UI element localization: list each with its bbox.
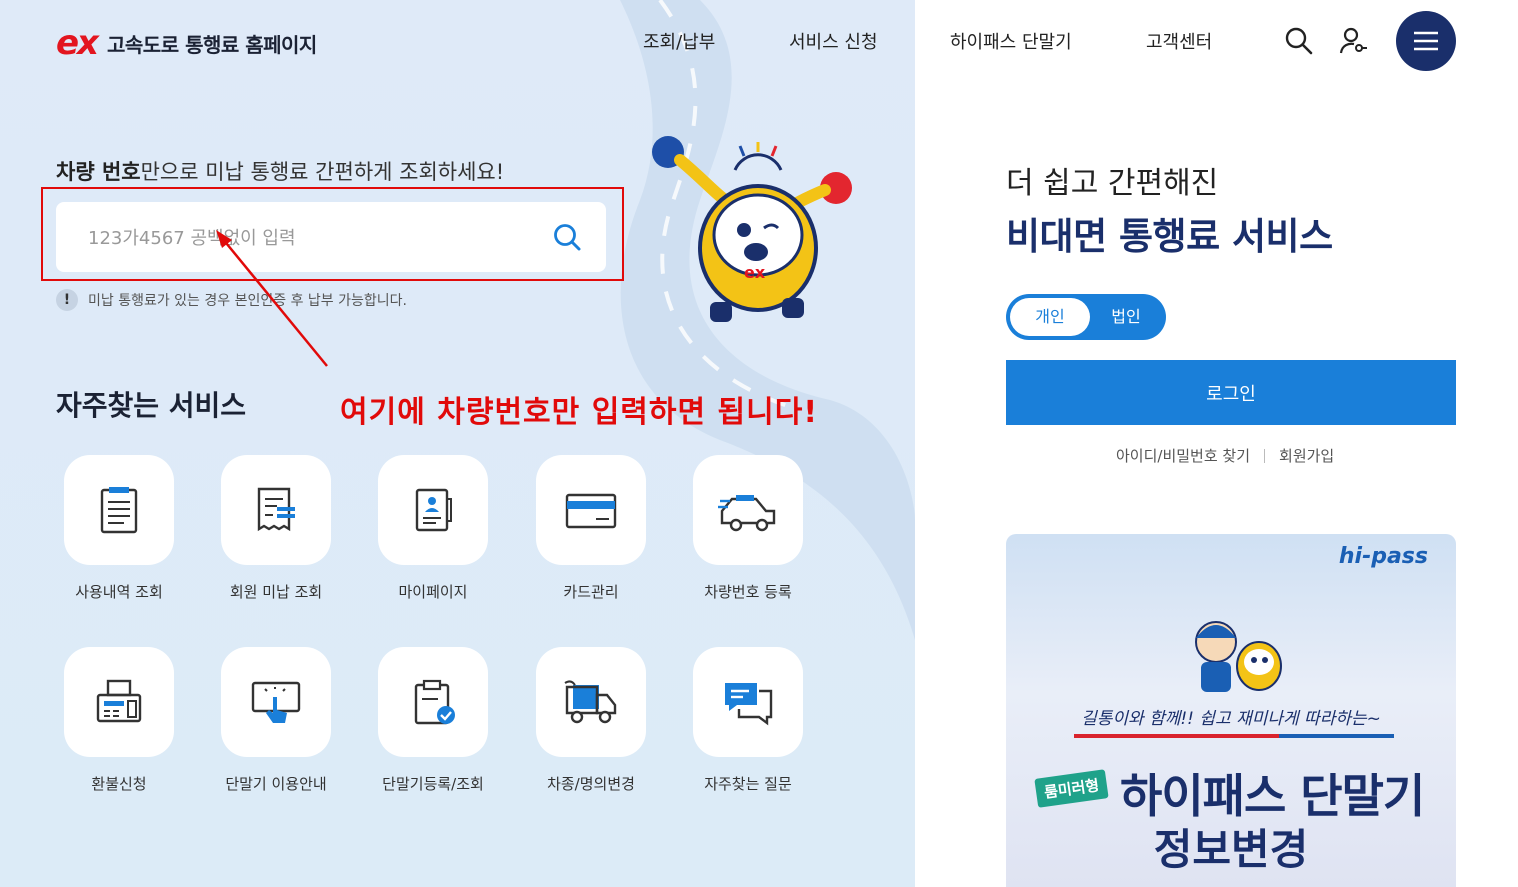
mascot-illustration: ex	[652, 136, 852, 322]
profile-book-icon	[378, 455, 488, 565]
service-label: 마이페이지	[398, 583, 468, 601]
hipass-banner[interactable]: hi-pass 길통이와 함께!! 쉽고 재미나게 따라하는~ 룸미러형 하이패…	[1006, 534, 1456, 887]
hamburger-menu-button[interactable]	[1396, 11, 1456, 71]
login-button[interactable]: 로그인	[1006, 360, 1456, 425]
right-title: 비대면 통행료 서비스	[1006, 215, 1333, 258]
toggle-personal[interactable]: 개인	[1010, 298, 1090, 336]
document-list-icon	[64, 455, 174, 565]
toggle-corporate[interactable]: 법인	[1086, 298, 1166, 336]
service-label: 자주찾는 질문	[704, 775, 792, 793]
service-refund[interactable]: 환불신청	[49, 647, 189, 794]
banner-mascots	[1195, 621, 1282, 692]
service-label: 회원 미납 조회	[229, 583, 323, 601]
service-card-management[interactable]: 카드관리	[521, 455, 661, 602]
service-label: 환불신청	[91, 775, 147, 793]
link-divider	[1264, 448, 1266, 463]
service-label: 차종/명의변경	[547, 775, 635, 793]
banner-slogan: 길통이와 함께!! 쉽고 재미나게 따라하는~	[1081, 709, 1381, 729]
nav-item-customer-center[interactable]: 고객센터	[1146, 28, 1212, 54]
notice-text: 미납 통행료가 있는 경우 본인인증 후 납부 가능합니다.	[88, 293, 407, 309]
service-device-register[interactable]: 단말기등록/조회	[363, 647, 503, 794]
annotation-text: 여기에 차량번호만 입력하면 됩니다!	[340, 395, 819, 430]
service-faq[interactable]: 자주찾는 질문	[678, 647, 818, 794]
services-title: 자주찾는 서비스	[56, 389, 247, 422]
info-icon: !	[56, 289, 78, 311]
right-subtitle: 더 쉽고 간편해진	[1006, 166, 1219, 201]
member-type-toggle: 개인 법인	[1006, 294, 1166, 340]
service-member-unpaid[interactable]: 회원 미납 조회	[206, 455, 346, 602]
ex-logo-mark: ex	[56, 23, 99, 63]
receipt-icon	[221, 455, 331, 565]
service-usage-history[interactable]: 사용내역 조회	[49, 455, 189, 602]
service-device-guide[interactable]: 단말기 이용안내	[206, 647, 346, 794]
banner-tag: 룸미러형	[1034, 769, 1109, 808]
car-icon	[693, 455, 803, 565]
truck-icon	[536, 647, 646, 757]
nav-item-hipass-device[interactable]: 하이패스 단말기	[950, 28, 1072, 54]
account-links: 아이디/비밀번호 찾기 회원가입	[1116, 445, 1334, 466]
banner-title-2: 정보변경	[1153, 825, 1309, 874]
service-label: 단말기등록/조회	[382, 775, 484, 793]
card-icon	[536, 455, 646, 565]
search-heading-rest: 만으로 미납 통행료 간편하게 조회하세요!	[140, 160, 505, 184]
join-link[interactable]: 회원가입	[1279, 445, 1334, 466]
nav-item-service-apply[interactable]: 서비스 신청	[789, 28, 878, 54]
service-vehicle-register[interactable]: 차량번호 등록	[678, 455, 818, 602]
search-heading: 차량 번호만으로 미납 통행료 간편하게 조회하세요!	[56, 156, 504, 186]
highlight-box	[41, 187, 624, 281]
hamburger-icon	[1414, 31, 1438, 51]
touch-screen-icon	[221, 647, 331, 757]
chat-bubble-icon	[693, 647, 803, 757]
search-icon[interactable]	[1282, 24, 1316, 58]
service-label: 단말기 이용안내	[225, 775, 327, 793]
nav-item-inquiry-payment[interactable]: 조회/납부	[643, 28, 715, 54]
hipass-logo: hi-pass	[1338, 544, 1428, 569]
service-label: 차량번호 등록	[704, 583, 792, 601]
service-mypage[interactable]: 마이페이지	[363, 455, 503, 602]
service-label: 카드관리	[563, 583, 619, 601]
banner-divider	[1074, 734, 1394, 738]
service-label: 사용내역 조회	[75, 583, 163, 601]
find-id-password-link[interactable]: 아이디/비밀번호 찾기	[1116, 445, 1250, 466]
service-vehicle-change[interactable]: 차종/명의변경	[521, 647, 661, 794]
user-icon[interactable]	[1336, 24, 1370, 58]
search-notice: ! 미납 통행료가 있는 경우 본인인증 후 납부 가능합니다.	[56, 289, 407, 311]
mascot-badge: ex	[744, 263, 766, 282]
clipboard-check-icon	[378, 647, 488, 757]
fax-icon	[64, 647, 174, 757]
site-logo[interactable]: ex 고속도로 통행료 홈페이지	[56, 26, 317, 60]
search-heading-bold: 차량 번호	[56, 160, 141, 184]
logo-text: 고속도로 통행료 홈페이지	[107, 32, 317, 57]
